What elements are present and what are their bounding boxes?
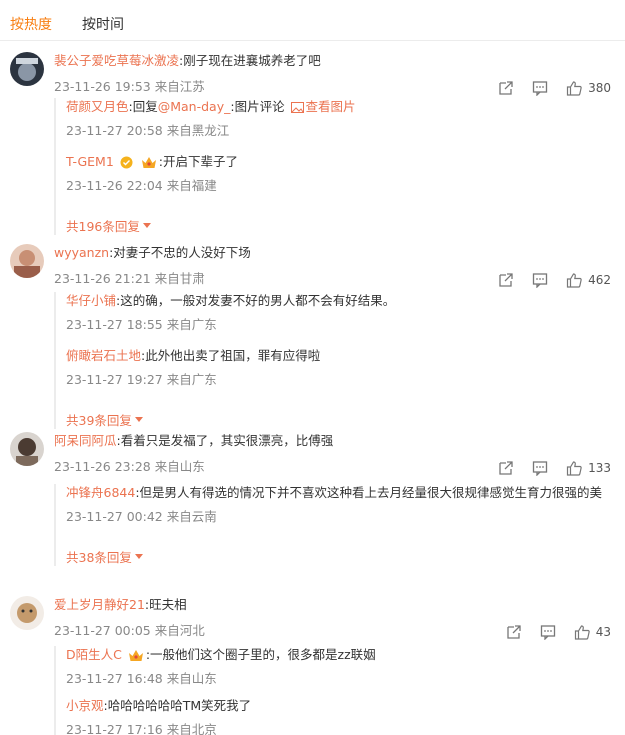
like-button[interactable]: 380	[566, 80, 611, 96]
avatar[interactable]	[10, 596, 44, 630]
view-image-link[interactable]: 查看图片	[306, 99, 356, 114]
username[interactable]: wyyanzn	[54, 245, 109, 260]
like-count: 462	[588, 273, 611, 287]
comment-actions: 43	[506, 624, 611, 640]
comment-text: 阿呆同阿瓜:看着只是发福了，其实很漂亮，比傅强	[54, 433, 334, 448]
username[interactable]: 俯瞰岩石土地	[66, 348, 141, 363]
username[interactable]: D陌生人C	[66, 647, 122, 662]
tab-by-time[interactable]: 按时间	[82, 14, 124, 38]
tab-by-hot[interactable]: 按热度	[10, 14, 52, 38]
username[interactable]: 小京观	[66, 698, 104, 713]
like-icon	[566, 81, 582, 96]
username[interactable]: T-GEM1	[66, 154, 114, 169]
share-icon[interactable]	[498, 272, 514, 288]
reply-meta: 23-11-27 17:16 来自北京	[66, 722, 217, 735]
reply-item: 荷颜又月色:回复@Man-day_:图片评论 查看图片 23-11-27 20:…	[66, 98, 615, 139]
like-icon	[566, 461, 582, 476]
reply-item: T-GEM1 :开启下辈子了 23-11-26 22:04 来自福建	[66, 153, 615, 194]
sort-tabs: 按热度 按时间	[10, 14, 124, 38]
username[interactable]: 荷颜又月色	[66, 99, 129, 114]
comment-actions: 380	[498, 80, 611, 96]
reply-meta: 23-11-26 22:04 来自福建	[66, 178, 217, 193]
reply-list: D陌生人C :一般他们这个圈子里的，很多都是zz联姻 23-11-27 16:4…	[54, 646, 615, 735]
share-icon[interactable]	[498, 80, 514, 96]
like-icon	[566, 273, 582, 288]
comment-actions: 133	[498, 460, 611, 476]
username[interactable]: 爱上岁月静好21	[54, 597, 145, 612]
like-count: 380	[588, 81, 611, 95]
like-count: 133	[588, 461, 611, 475]
caret-down-icon	[142, 223, 151, 228]
username[interactable]: 阿呆同阿瓜	[54, 433, 117, 448]
reply-list: 荷颜又月色:回复@Man-day_:图片评论 查看图片 23-11-27 20:…	[54, 98, 615, 235]
comment-icon[interactable]	[532, 80, 548, 96]
comment-actions: 462	[498, 272, 611, 288]
reply-list: 华仔小铺:这的确，一般对发妻不好的男人都不会有好结果。 23-11-27 18:…	[54, 292, 615, 429]
reply-item: 冲锋舟6844:但是男人有得选的情况下并不喜欢这种看上去月经量很大很规律感觉生育…	[66, 484, 615, 525]
reply-meta: 23-11-27 00:42 来自云南	[66, 509, 217, 524]
crown-badge-icon	[141, 157, 156, 168]
reply-meta: 23-11-27 20:58 来自黑龙江	[66, 123, 230, 138]
more-replies-link[interactable]: 共39条回复	[66, 410, 143, 429]
username[interactable]: 冲锋舟6844	[66, 485, 135, 500]
like-button[interactable]: 133	[566, 460, 611, 476]
comment-icon[interactable]	[540, 624, 556, 640]
more-replies-link[interactable]: 共38条回复	[66, 547, 143, 566]
reply-meta: 23-11-27 19:27 来自广东	[66, 372, 217, 387]
share-icon[interactable]	[498, 460, 514, 476]
reply-item: 小京观:哈哈哈哈哈哈TM笑死我了 23-11-27 17:16 来自北京	[66, 697, 615, 735]
caret-down-icon	[134, 417, 143, 422]
share-icon[interactable]	[506, 624, 522, 640]
more-replies-link[interactable]: 共196条回复	[66, 216, 151, 235]
reply-meta: 23-11-27 18:55 来自广东	[66, 317, 217, 332]
reply-list: 冲锋舟6844:但是男人有得选的情况下并不喜欢这种看上去月经量很大很规律感觉生育…	[54, 484, 615, 566]
verified-icon	[120, 156, 133, 169]
divider	[0, 40, 625, 41]
username[interactable]: 裴公子爱吃草莓冰激凌	[54, 53, 179, 68]
avatar[interactable]	[10, 52, 44, 86]
comment-text: 爱上岁月静好21:旺夫相	[54, 597, 187, 612]
reply-item: 华仔小铺:这的确，一般对发妻不好的男人都不会有好结果。 23-11-27 18:…	[66, 292, 615, 333]
caret-down-icon	[134, 554, 143, 559]
reply-meta: 23-11-27 16:48 来自山东	[66, 671, 217, 686]
like-icon	[574, 625, 590, 640]
avatar[interactable]	[10, 244, 44, 278]
comment-icon[interactable]	[532, 272, 548, 288]
crown-badge-icon	[128, 650, 143, 661]
reply-item: D陌生人C :一般他们这个圈子里的，很多都是zz联姻 23-11-27 16:4…	[66, 646, 615, 687]
like-count: 43	[595, 625, 611, 639]
mention-link[interactable]: @Man-day_	[158, 99, 231, 114]
like-button[interactable]: 43	[574, 624, 611, 640]
image-icon	[290, 102, 304, 113]
comment-icon[interactable]	[532, 460, 548, 476]
like-button[interactable]: 462	[566, 272, 611, 288]
comment-text: wyyanzn:对妻子不忠的人没好下场	[54, 245, 251, 260]
reply-item: 俯瞰岩石土地:此外他出卖了祖国，罪有应得啦 23-11-27 19:27 来自广…	[66, 347, 615, 388]
comment-text: 裴公子爱吃草莓冰激凌:刚子现在进襄城养老了吧	[54, 53, 321, 68]
avatar[interactable]	[10, 432, 44, 466]
username[interactable]: 华仔小铺	[66, 293, 116, 308]
